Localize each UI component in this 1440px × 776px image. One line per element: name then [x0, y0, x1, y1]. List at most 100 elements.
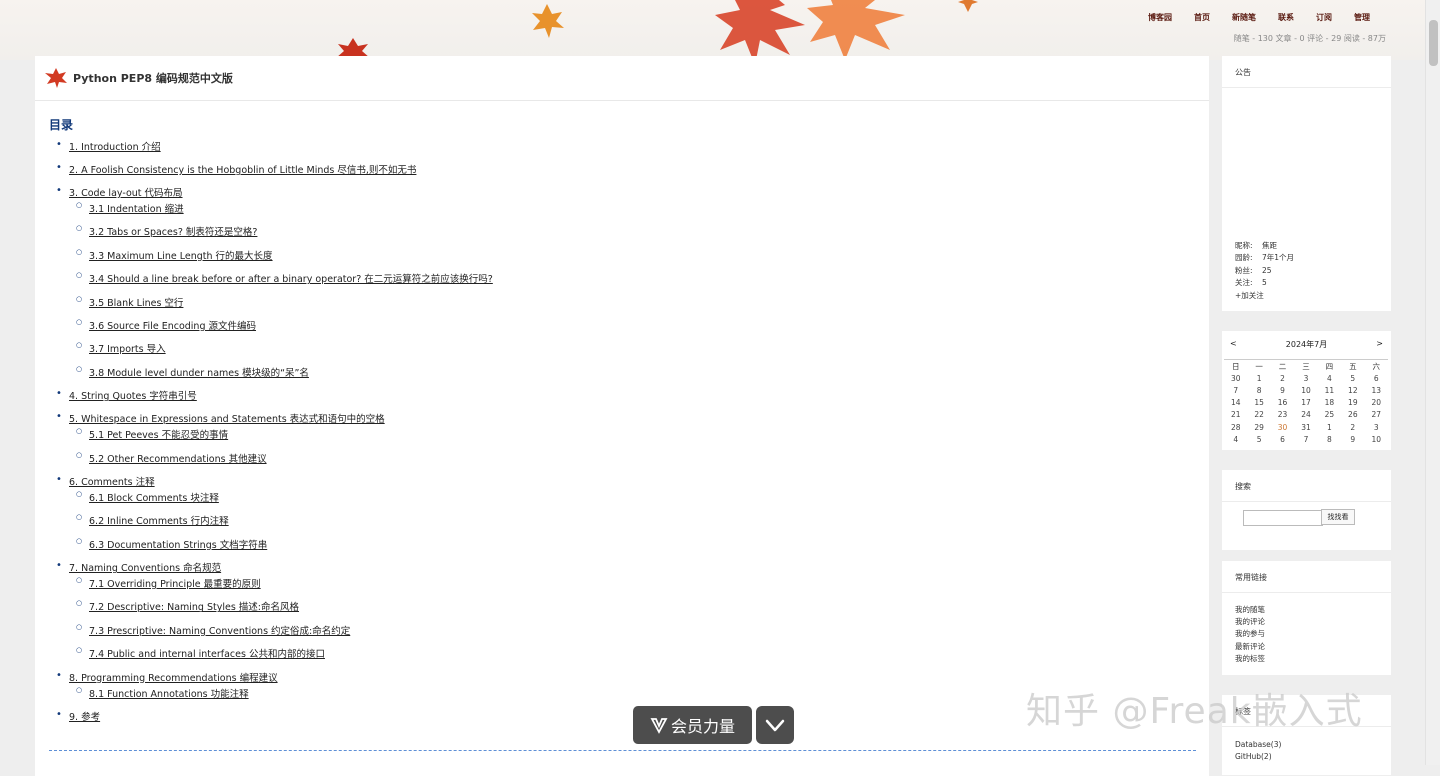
calendar-next-button[interactable]: > [1376, 339, 1383, 353]
link-my-tags[interactable]: 我的标签 [1235, 653, 1265, 665]
toc-sublink[interactable]: 3.7 Imports 导入 [89, 344, 166, 355]
calendar-day[interactable]: 26 [1341, 409, 1364, 421]
calendar-day[interactable]: 6 [1365, 372, 1388, 384]
calendar-day[interactable]: 9 [1271, 384, 1294, 396]
toc-sublink[interactable]: 3.6 Source File Encoding 源文件编码 [89, 321, 256, 332]
toc-sublink[interactable]: 3.4 Should a line break before or after … [89, 274, 493, 285]
calendar-day[interactable]: 8 [1318, 433, 1341, 445]
tag-database[interactable]: Database(3) [1235, 739, 1281, 751]
calendar-day[interactable]: 30 [1224, 372, 1247, 384]
toc-link[interactable]: 3. Code lay-out 代码布局 [69, 188, 183, 199]
toc-sublink[interactable]: 7.1 Overriding Principle 最重要的原则 [89, 579, 261, 590]
calendar-day[interactable]: 23 [1271, 409, 1294, 421]
calendar-prev-button[interactable]: < [1230, 339, 1237, 353]
post-container: Python PEP8 编码规范中文版 目录 1. Introduction 介… [35, 56, 1209, 776]
toc-link[interactable]: 8. Programming Recommendations 编程建议 [69, 673, 278, 684]
calendar-day[interactable]: 5 [1341, 372, 1364, 384]
nav-new-post[interactable]: 新随笔 [1232, 12, 1256, 23]
calendar-day[interactable]: 19 [1341, 397, 1364, 409]
calendar-day[interactable]: 21 [1224, 409, 1247, 421]
toc-sublink[interactable]: 3.2 Tabs or Spaces? 制表符还是空格? [89, 227, 257, 238]
calendar-day[interactable]: 30 [1271, 421, 1294, 433]
toc-sublink[interactable]: 7.2 Descriptive: Naming Styles 描述:命名风格 [89, 602, 299, 613]
toc-sublink[interactable]: 5.2 Other Recommendations 其他建议 [89, 454, 267, 465]
calendar-day[interactable]: 5 [1247, 433, 1270, 445]
calendar-day[interactable]: 6 [1271, 433, 1294, 445]
calendar-day[interactable]: 7 [1294, 433, 1317, 445]
link-my-posts[interactable]: 我的随笔 [1235, 604, 1265, 616]
link-my-participation[interactable]: 我的参与 [1235, 628, 1265, 640]
calendar-day[interactable]: 10 [1365, 433, 1388, 445]
calendar-day[interactable]: 8 [1247, 384, 1270, 396]
calendar-day[interactable]: 2 [1341, 421, 1364, 433]
calendar-day[interactable]: 9 [1341, 433, 1364, 445]
toc-sublink[interactable]: 6.3 Documentation Strings 文档字符串 [89, 540, 267, 551]
toc-link[interactable]: 4. String Quotes 字符串引号 [69, 391, 197, 402]
toc-sublink[interactable]: 3.3 Maximum Line Length 行的最大长度 [89, 251, 273, 262]
nav-home[interactable]: 首页 [1194, 12, 1210, 23]
nav-contact[interactable]: 联系 [1278, 12, 1294, 23]
calendar-day[interactable]: 3 [1294, 372, 1317, 384]
profile-nickname-link[interactable]: 焦距 [1262, 241, 1277, 250]
toc-sublink[interactable]: 3.5 Blank Lines 空行 [89, 298, 183, 309]
calendar-day[interactable]: 11 [1318, 384, 1341, 396]
toc-sublink[interactable]: 3.8 Module level dunder names 模块级的“呆”名 [89, 368, 309, 379]
calendar-day[interactable]: 28 [1224, 421, 1247, 433]
toc-link[interactable]: 1. Introduction 介绍 [69, 142, 161, 153]
toc-sublink[interactable]: 5.1 Pet Peeves 不能忍受的事情 [89, 430, 228, 441]
follow-button[interactable]: +加关注 [1235, 290, 1294, 302]
calendar-day[interactable]: 29 [1247, 421, 1270, 433]
calendar-day[interactable]: 13 [1365, 384, 1388, 396]
nav-subscribe[interactable]: 订阅 [1316, 12, 1332, 23]
toc-sublink[interactable]: 6.1 Block Comments 块注释 [89, 493, 219, 504]
toc-link[interactable]: 2. A Foolish Consistency is the Hobgobli… [69, 165, 416, 176]
search-button[interactable]: 找找看 [1321, 509, 1355, 525]
nav-cnblogs[interactable]: 博客园 [1148, 12, 1172, 23]
search-input[interactable] [1243, 510, 1323, 526]
toc-sublink[interactable]: 8.1 Function Annotations 功能注释 [89, 689, 249, 700]
calendar-day[interactable]: 15 [1247, 397, 1270, 409]
calendar-day[interactable]: 2 [1271, 372, 1294, 384]
post-title[interactable]: Python PEP8 编码规范中文版 [73, 70, 233, 86]
maple-leaf-icon [45, 68, 67, 88]
toc-sublink[interactable]: 3.1 Indentation 缩进 [89, 204, 184, 215]
calendar-day[interactable]: 12 [1341, 384, 1364, 396]
toc-sublink[interactable]: 7.3 Prescriptive: Naming Conventions 约定俗… [89, 626, 350, 637]
link-my-comments[interactable]: 我的评论 [1235, 616, 1265, 628]
calendar-day[interactable]: 14 [1224, 397, 1247, 409]
toc-link[interactable]: 9. 参考 [69, 712, 100, 723]
calendar-day[interactable]: 27 [1365, 409, 1388, 421]
calendar-day[interactable]: 31 [1294, 421, 1317, 433]
toc-sublink[interactable]: 6.2 Inline Comments 行内注释 [89, 516, 229, 527]
toc-link[interactable]: 5. Whitespace in Expressions and Stateme… [69, 414, 385, 425]
calendar-day[interactable]: 7 [1224, 384, 1247, 396]
calendar-day[interactable]: 4 [1224, 433, 1247, 445]
vertical-scrollbar[interactable] [1425, 0, 1440, 765]
profile-followers-link[interactable]: 25 [1262, 266, 1272, 275]
expand-button[interactable] [756, 706, 794, 744]
calendar-day[interactable]: 24 [1294, 409, 1317, 421]
toc-link[interactable]: 6. Comments 注释 [69, 477, 155, 488]
calendar-day[interactable]: 25 [1318, 409, 1341, 421]
calendar-day[interactable]: 4 [1318, 372, 1341, 384]
toc-sublist: 7.1 Overriding Principle 最重要的原则 7.2 Descr… [69, 576, 1199, 660]
calendar-day[interactable]: 16 [1271, 397, 1294, 409]
profile-following-link[interactable]: 5 [1262, 278, 1267, 287]
toc-link[interactable]: 7. Naming Conventions 命名规范 [69, 563, 221, 574]
calendar-day[interactable]: 1 [1247, 372, 1270, 384]
calendar-day[interactable]: 22 [1247, 409, 1270, 421]
scrollbar-thumb[interactable] [1429, 20, 1438, 66]
calendar-day[interactable]: 20 [1365, 397, 1388, 409]
calendar-day[interactable]: 17 [1294, 397, 1317, 409]
link-latest-comments[interactable]: 最新评论 [1235, 641, 1265, 653]
calendar-day[interactable]: 3 [1365, 421, 1388, 433]
tag-github[interactable]: GitHub(2) [1235, 751, 1281, 763]
toc-sublink[interactable]: 7.4 Public and internal interfaces 公共和内部… [89, 649, 325, 660]
toc-subitem: 7.1 Overriding Principle 最重要的原则 [69, 576, 1199, 590]
calendar-day[interactable]: 10 [1294, 384, 1317, 396]
profile-age-link[interactable]: 7年1个月 [1262, 253, 1294, 262]
vip-power-button[interactable]: 会员力量 [633, 706, 752, 744]
calendar-day[interactable]: 18 [1318, 397, 1341, 409]
nav-admin[interactable]: 管理 [1354, 12, 1370, 23]
calendar-day[interactable]: 1 [1318, 421, 1341, 433]
